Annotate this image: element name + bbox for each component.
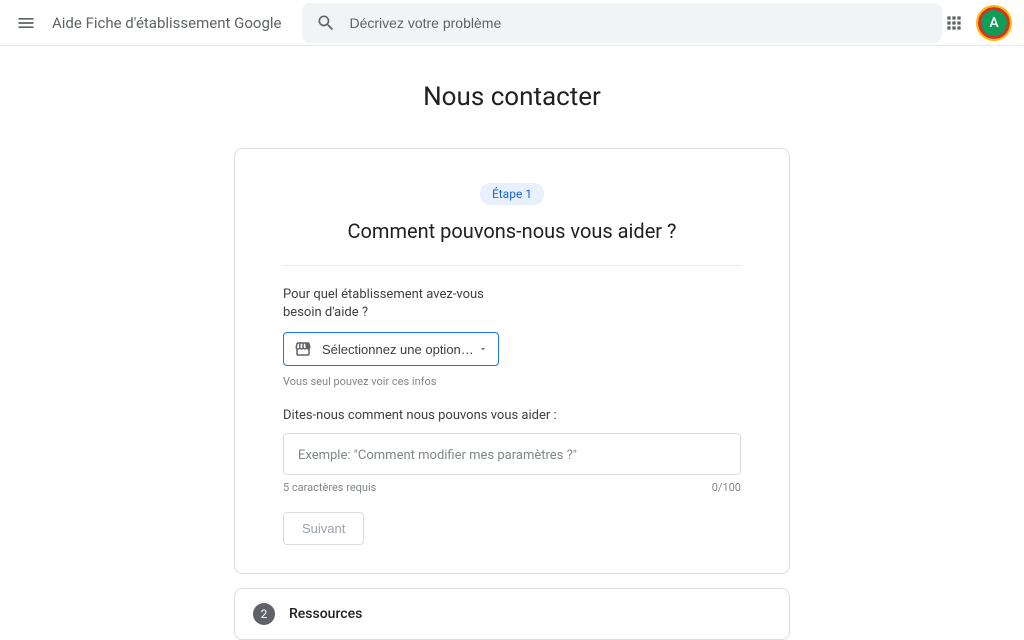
step-badge-wrap: Étape 1 [283,183,741,205]
avatar-letter: A [989,15,998,31]
establishment-select[interactable]: Sélectionnez une option… [283,332,499,366]
chars-required: 5 caractères requis [283,481,376,494]
apps-grid-icon [944,13,964,33]
step1-heading: Comment pouvons-nous vous aider ? [283,219,741,266]
storefront-icon [294,340,312,358]
establishment-label: Pour quel établissement avez-vous besoin… [283,286,523,322]
search-input[interactable] [350,15,928,31]
app-header: Aide Fiche d'établissement Google A [0,0,1024,46]
step-badge: Étape 1 [480,183,544,205]
select-placeholder-text: Sélectionnez une option… [322,342,478,357]
apps-button[interactable] [942,11,966,35]
main-content: Nous contacter Étape 1 Comment pouvons-n… [0,46,1024,640]
describe-input[interactable] [298,448,726,463]
avatar[interactable]: A [978,7,1010,39]
char-count: 0/100 [712,481,741,494]
char-row: 5 caractères requis 0/100 [283,481,741,494]
privacy-note: Vous seul pouvez voir ces infos [283,375,741,388]
describe-field-wrap [283,433,741,475]
header-right: A [942,7,1010,39]
step2-card[interactable]: 2 Ressources [234,588,790,640]
dropdown-arrow-icon [478,344,488,354]
describe-label: Dites-nous comment nous pouvons vous aid… [283,408,741,423]
step1-card: Étape 1 Comment pouvons-nous vous aider … [234,148,790,574]
search-icon [316,13,336,33]
app-title[interactable]: Aide Fiche d'établissement Google [52,14,282,32]
next-button[interactable]: Suivant [283,512,364,545]
step2-number: 2 [261,607,268,621]
page-title: Nous contacter [0,82,1024,112]
step2-title: Ressources [289,606,362,622]
search-box[interactable] [302,3,942,43]
menu-button[interactable] [14,11,38,35]
hamburger-icon [16,13,36,33]
step2-number-circle: 2 [253,603,275,625]
